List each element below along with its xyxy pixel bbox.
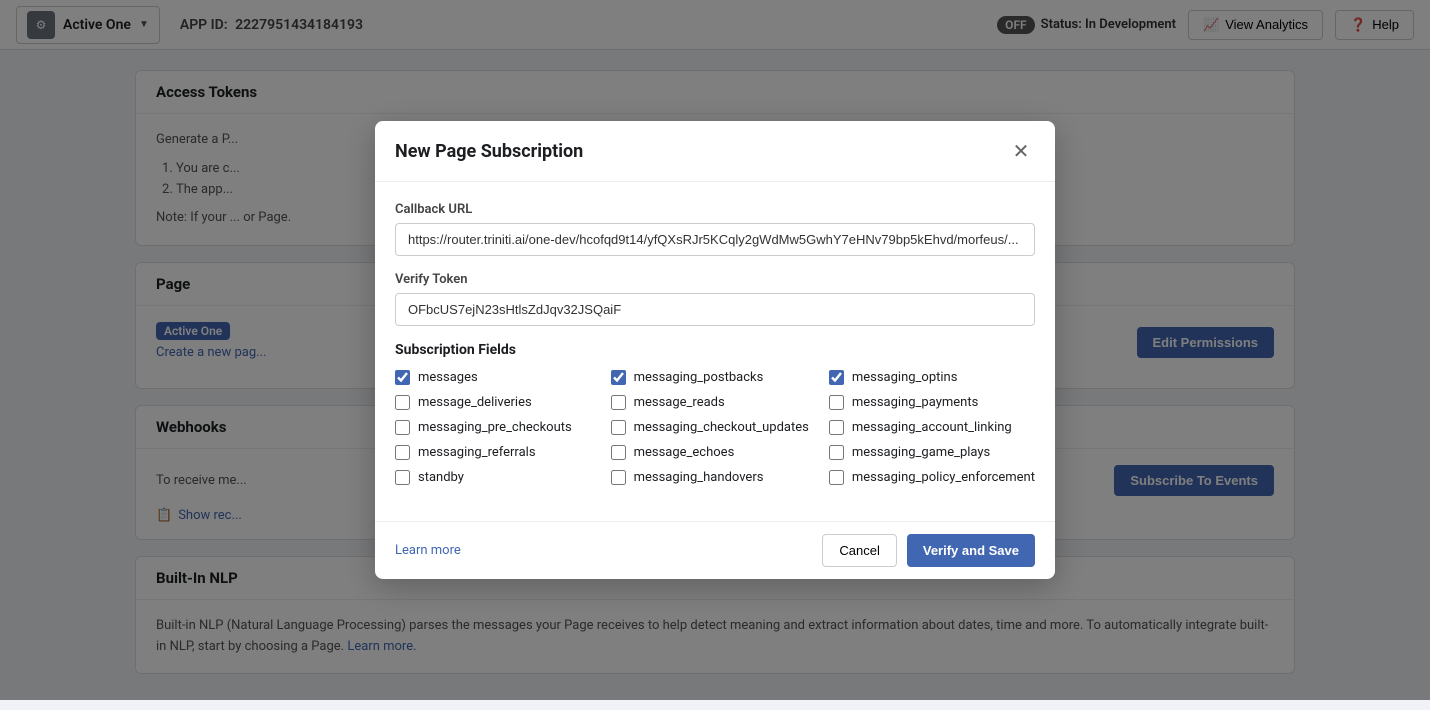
checkbox-item-message_echoes: message_echoes: [611, 445, 809, 460]
checkbox-messaging_policy_enforcement[interactable]: [829, 470, 844, 485]
modal-body: Callback URL Verify Token Subscription F…: [375, 182, 1055, 521]
checkbox-messaging_pre_checkouts[interactable]: [395, 420, 410, 435]
callback-url-group: Callback URL: [395, 202, 1035, 256]
checkbox-item-messaging_policy_enforcement: messaging_policy_enforcement: [829, 470, 1035, 485]
checkbox-item-messaging_game_plays: messaging_game_plays: [829, 445, 1035, 460]
verify-token-input[interactable]: [395, 293, 1035, 326]
checkbox-messaging_referrals[interactable]: [395, 445, 410, 460]
checkbox-messaging_game_plays[interactable]: [829, 445, 844, 460]
checkbox-messages[interactable]: [395, 370, 410, 385]
checkbox-item-messaging_handovers: messaging_handovers: [611, 470, 809, 485]
footer-buttons: Cancel Verify and Save: [822, 534, 1035, 567]
modal-title: New Page Subscription: [395, 141, 583, 162]
cancel-button[interactable]: Cancel: [822, 534, 896, 567]
checkbox-standby[interactable]: [395, 470, 410, 485]
callback-url-input[interactable]: [395, 223, 1035, 256]
subscription-checkboxes: messages messaging_postbacks messaging_opt…: [395, 370, 1035, 485]
checkbox-messaging_payments[interactable]: [829, 395, 844, 410]
checkbox-label-messages: messages: [418, 370, 478, 385]
checkbox-messaging_checkout_updates[interactable]: [611, 420, 626, 435]
checkbox-label-messaging_policy_enforcement: messaging_policy_enforcement: [852, 470, 1035, 485]
modal-footer: Learn more Cancel Verify and Save: [375, 521, 1055, 579]
verify-token-group: Verify Token: [395, 272, 1035, 326]
verify-token-label: Verify Token: [395, 272, 1035, 287]
callback-url-label: Callback URL: [395, 202, 1035, 217]
checkbox-item-messaging_payments: messaging_payments: [829, 395, 1035, 410]
checkbox-label-standby: standby: [418, 470, 464, 485]
checkbox-label-messaging_payments: messaging_payments: [852, 395, 978, 410]
checkbox-label-messaging_optins: messaging_optins: [852, 370, 958, 385]
checkbox-messaging_optins[interactable]: [829, 370, 844, 385]
checkbox-label-messaging_handovers: messaging_handovers: [634, 470, 764, 485]
checkbox-label-message_reads: message_reads: [634, 395, 725, 410]
checkbox-item-message_reads: message_reads: [611, 395, 809, 410]
learn-more-link[interactable]: Learn more: [395, 543, 461, 558]
checkbox-messaging_postbacks[interactable]: [611, 370, 626, 385]
checkbox-label-message_deliveries: message_deliveries: [418, 395, 532, 410]
modal-header: New Page Subscription ✕: [375, 121, 1055, 182]
checkbox-messaging_account_linking[interactable]: [829, 420, 844, 435]
checkbox-label-messaging_pre_checkouts: messaging_pre_checkouts: [418, 420, 572, 435]
modal-close-button[interactable]: ✕: [1007, 137, 1035, 165]
verify-save-button[interactable]: Verify and Save: [907, 534, 1035, 567]
checkbox-message_reads[interactable]: [611, 395, 626, 410]
checkbox-item-messaging_referrals: messaging_referrals: [395, 445, 591, 460]
checkbox-item-messaging_pre_checkouts: messaging_pre_checkouts: [395, 420, 591, 435]
checkbox-item-messaging_optins: messaging_optins: [829, 370, 1035, 385]
checkbox-message_echoes[interactable]: [611, 445, 626, 460]
checkbox-label-message_echoes: message_echoes: [634, 445, 735, 460]
checkbox-label-messaging_postbacks: messaging_postbacks: [634, 370, 764, 385]
checkbox-item-message_deliveries: message_deliveries: [395, 395, 591, 410]
checkbox-item-messages: messages: [395, 370, 591, 385]
modal-overlay: New Page Subscription ✕ Callback URL Ver…: [0, 0, 1430, 700]
checkbox-messaging_handovers[interactable]: [611, 470, 626, 485]
checkbox-label-messaging_account_linking: messaging_account_linking: [852, 420, 1012, 435]
checkbox-label-messaging_checkout_updates: messaging_checkout_updates: [634, 420, 809, 435]
checkbox-item-messaging_checkout_updates: messaging_checkout_updates: [611, 420, 809, 435]
checkbox-item-standby: standby: [395, 470, 591, 485]
modal: New Page Subscription ✕ Callback URL Ver…: [375, 121, 1055, 579]
subscription-fields-title: Subscription Fields: [395, 342, 1035, 358]
checkbox-message_deliveries[interactable]: [395, 395, 410, 410]
checkbox-item-messaging_account_linking: messaging_account_linking: [829, 420, 1035, 435]
checkbox-label-messaging_game_plays: messaging_game_plays: [852, 445, 990, 460]
checkbox-item-messaging_postbacks: messaging_postbacks: [611, 370, 809, 385]
checkbox-label-messaging_referrals: messaging_referrals: [418, 445, 536, 460]
